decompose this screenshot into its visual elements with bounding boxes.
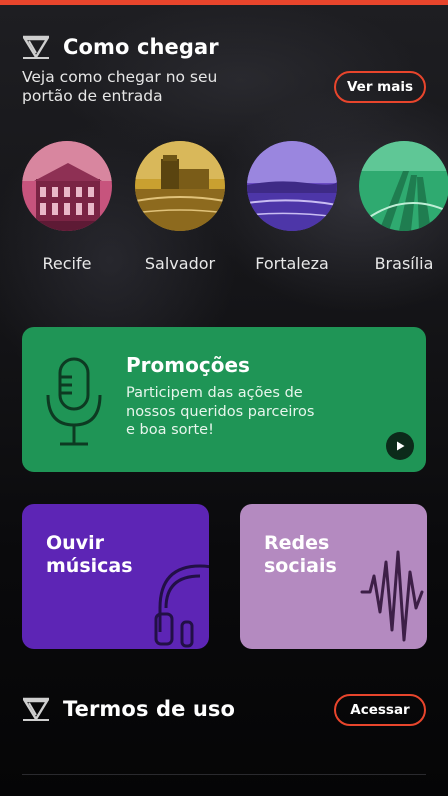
- listen-music-card[interactable]: Ouvir músicas: [22, 504, 209, 649]
- city-image-salvador: [135, 141, 225, 231]
- see-more-button[interactable]: Ver mais: [334, 71, 426, 103]
- microphone-icon: [46, 357, 102, 446]
- city-label-recife: Recife: [42, 254, 92, 273]
- city-label-salvador: Salvador: [144, 254, 216, 273]
- social-networks-card[interactable]: Redes sociais: [240, 504, 427, 649]
- arrive-subtitle: Veja como chegar no seu portão de entrad…: [22, 68, 218, 105]
- brand-logo-icon: [22, 35, 50, 59]
- social-networks-title: Redes sociais: [264, 532, 337, 577]
- top-accent-bar: [0, 0, 448, 5]
- section-title-terms: Termos de uso: [63, 697, 236, 721]
- play-icon: [397, 441, 405, 451]
- city-item-brasilia[interactable]: Brasília: [359, 141, 448, 273]
- city-label-brasilia: Brasília: [374, 254, 434, 273]
- brand-logo-icon: [22, 697, 50, 721]
- section-header-terms: Termos de uso: [22, 697, 235, 721]
- sound-wave-icon: [360, 550, 424, 642]
- city-image-brasilia: [359, 141, 448, 231]
- access-button[interactable]: Acessar: [334, 694, 426, 726]
- city-item-recife[interactable]: Recife: [22, 141, 112, 273]
- headphones-icon: [154, 564, 209, 648]
- city-item-fortaleza[interactable]: Fortaleza: [247, 141, 337, 273]
- city-image-fortaleza: [247, 141, 337, 231]
- city-image-recife: [22, 141, 112, 231]
- section-header-arrive: Como chegar: [22, 35, 219, 59]
- section-title-arrive: Como chegar: [63, 35, 219, 59]
- city-item-salvador[interactable]: Salvador: [135, 141, 225, 273]
- listen-music-title: Ouvir músicas: [46, 532, 133, 577]
- promotions-title: Promoções: [126, 353, 250, 377]
- promotions-card[interactable]: Promoções Participem das ações de nossos…: [22, 327, 426, 472]
- promotions-text: Participem das ações de nossos queridos …: [126, 385, 315, 438]
- bottom-divider: [22, 774, 426, 775]
- play-button[interactable]: [386, 432, 414, 460]
- city-label-fortaleza: Fortaleza: [255, 254, 329, 273]
